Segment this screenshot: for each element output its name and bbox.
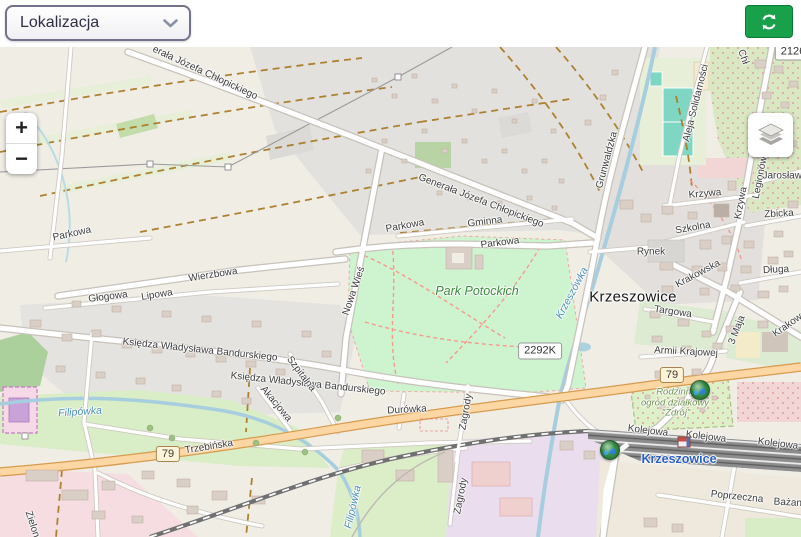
location-select-value: Lokalizacja (20, 14, 99, 32)
location-select[interactable]: Lokalizacja (5, 5, 191, 41)
map-application: + − erała Józefa ChłopickiegoGenerała Jó… (0, 0, 801, 537)
zoom-in-button[interactable]: + (6, 113, 37, 144)
refresh-button[interactable] (745, 5, 793, 38)
chevron-down-icon (163, 19, 178, 28)
zoom-out-button[interactable]: − (6, 144, 37, 174)
zoom-control: + − (6, 113, 37, 174)
refresh-icon (759, 12, 779, 32)
layers-button[interactable] (748, 113, 793, 157)
map[interactable]: + − (0, 47, 801, 537)
toolbar: Lokalizacja (0, 0, 801, 47)
map-canvas (0, 47, 801, 537)
layers-icon (758, 123, 784, 147)
